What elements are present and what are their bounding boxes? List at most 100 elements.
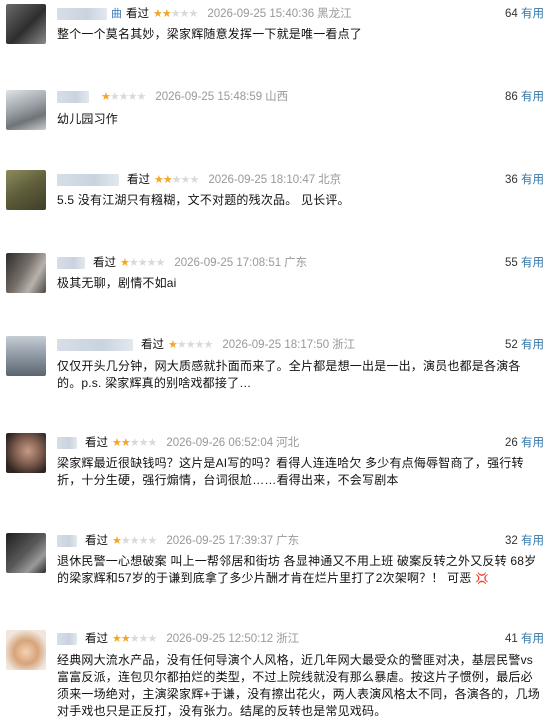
- review-text: 幼儿园习作: [57, 112, 119, 126]
- useful-vote-button[interactable]: 52 有用: [505, 336, 544, 354]
- avatar[interactable]: [6, 630, 46, 670]
- username[interactable]: [57, 174, 119, 186]
- rating-stars: ★★★★★: [112, 630, 158, 648]
- star-filled-icon: ★: [101, 91, 111, 103]
- vote-label: 有用: [521, 174, 544, 186]
- review-location: 浙江: [332, 339, 356, 351]
- review-time: 2026-09-25 15:40:36: [207, 8, 315, 20]
- vote-count: 64: [505, 8, 518, 20]
- star-filled-icon: ★: [161, 8, 172, 20]
- star-empty-icon: ★: [146, 257, 157, 269]
- vote-count: 36: [505, 174, 518, 186]
- watch-status: 看过: [93, 257, 116, 269]
- useful-vote-button[interactable]: 26 有用: [505, 434, 544, 452]
- star-empty-icon: ★: [189, 174, 200, 186]
- username[interactable]: [57, 91, 89, 103]
- star-empty-icon: ★: [138, 535, 149, 547]
- review-time: 2026-09-25 18:10:47: [208, 174, 316, 186]
- review-time: 2026-09-25 12:50:12: [166, 633, 274, 645]
- star-empty-icon: ★: [127, 91, 138, 103]
- star-empty-icon: ★: [138, 633, 149, 645]
- avatar[interactable]: [6, 533, 46, 573]
- star-empty-icon: ★: [129, 535, 140, 547]
- vote-label: 有用: [521, 633, 544, 645]
- star-empty-icon: ★: [179, 8, 190, 20]
- vote-count: 86: [505, 91, 518, 103]
- avatar[interactable]: [6, 90, 46, 130]
- star-empty-icon: ★: [180, 174, 191, 186]
- review-text-body: 退休民警一心想破案 叫上一帮邻居和街坊 各显神通又不用上班 破案反转之外又反转 …: [57, 554, 537, 585]
- useful-vote-button[interactable]: 64 有用: [505, 5, 544, 23]
- review-time: 2026-09-25 17:39:37: [166, 535, 274, 547]
- review-text: 极其无聊，剧情不如ai: [57, 276, 177, 290]
- watch-status: 看过: [85, 535, 108, 547]
- username[interactable]: [57, 257, 85, 269]
- review-location: 广东: [276, 535, 300, 547]
- avatar[interactable]: [6, 4, 46, 44]
- username[interactable]: [57, 339, 133, 351]
- vote-label: 有用: [521, 8, 544, 20]
- watch-status: 看过: [126, 8, 149, 20]
- review-meta: 看过 ★★★★★ 2026-09-25 18:17:50 浙江 52 有用: [57, 336, 544, 354]
- rating-stars: ★★★★★: [101, 88, 147, 106]
- star-empty-icon: ★: [137, 257, 148, 269]
- review-time: 2026-09-25 17:08:51: [174, 257, 282, 269]
- star-empty-icon: ★: [136, 91, 147, 103]
- watch-status: 看过: [85, 437, 108, 449]
- avatar[interactable]: [6, 433, 46, 473]
- rating-stars: ★★★★★: [112, 532, 157, 550]
- useful-vote-button[interactable]: 55 有用: [505, 254, 544, 272]
- username-tail[interactable]: 曲: [111, 8, 122, 20]
- star-filled-icon: ★: [112, 535, 122, 547]
- username[interactable]: [57, 535, 77, 547]
- star-filled-icon: ★: [162, 174, 173, 186]
- vote-count: 26: [505, 437, 518, 449]
- star-empty-icon: ★: [176, 339, 187, 351]
- review-text: 经典网大流水产品，没有任何导演个人风格，近几年网大最受众的警匪对决，基层民警vs…: [57, 653, 541, 718]
- username[interactable]: [57, 633, 77, 645]
- review-meta: ★★★★★ 2026-09-25 15:48:59 山西 86 有用: [57, 88, 544, 106]
- avatar[interactable]: [6, 253, 46, 293]
- vote-label: 有用: [521, 535, 544, 547]
- star-filled-icon: ★: [120, 633, 131, 645]
- anger-emoji-icon: 💢: [475, 573, 490, 585]
- review-meta: 看过 ★★★★★ 2026-09-26 06:52:04 河北 26 有用: [57, 434, 544, 452]
- username[interactable]: [57, 8, 107, 20]
- rating-stars: ★★★★★: [153, 5, 199, 23]
- useful-vote-button[interactable]: 86 有用: [505, 88, 544, 106]
- star-empty-icon: ★: [170, 8, 181, 20]
- review-meta: 看过 ★★★★★ 2026-09-25 17:39:37 广东 32 有用: [57, 532, 544, 550]
- useful-vote-button[interactable]: 36 有用: [505, 171, 544, 189]
- star-empty-icon: ★: [171, 174, 182, 186]
- review-text: 退休民警一心想破案 叫上一帮邻居和街坊 各显神通又不用上班 破案反转之外又反转 …: [57, 553, 542, 588]
- star-empty-icon: ★: [109, 91, 120, 103]
- star-empty-icon: ★: [194, 339, 205, 351]
- review-location: 广东: [284, 257, 308, 269]
- star-empty-icon: ★: [188, 8, 199, 20]
- star-empty-icon: ★: [155, 257, 166, 269]
- username[interactable]: [57, 437, 77, 449]
- vote-label: 有用: [521, 257, 544, 269]
- star-filled-icon: ★: [168, 339, 178, 351]
- star-filled-icon: ★: [154, 174, 164, 186]
- review-text: 仅仅开头几分钟，网大质感就扑面而来了。全片都是想一出是一出，演员也都是各演各的。…: [57, 359, 521, 390]
- review-item: 看过 ★★★★★ 2026-09-25 17:39:37 广东 32 有用 退休民警一…: [0, 530, 550, 630]
- star-filled-icon: ★: [153, 8, 163, 20]
- star-empty-icon: ★: [138, 437, 149, 449]
- review-time: 2026-09-25 18:17:50: [222, 339, 330, 351]
- vote-label: 有用: [521, 91, 544, 103]
- avatar[interactable]: [6, 336, 46, 376]
- avatar[interactable]: [6, 170, 46, 210]
- watch-status: 看过: [85, 633, 108, 645]
- review-item: 看过 ★★★★★ 2026-09-26 06:52:04 河北 26 有用 梁家辉最近…: [0, 433, 550, 533]
- useful-vote-button[interactable]: 32 有用: [505, 532, 544, 550]
- useful-vote-button[interactable]: 41 有用: [505, 630, 544, 648]
- review-meta: 看过 ★★★★★ 2026-09-25 17:08:51 广东 55 有用: [57, 254, 544, 272]
- star-empty-icon: ★: [203, 339, 214, 351]
- star-empty-icon: ★: [147, 633, 158, 645]
- vote-count: 41: [505, 633, 518, 645]
- review-location: 河北: [276, 437, 300, 449]
- review-item: 看过 ★★★★★ 2026-09-25 12:50:12 浙江 41 有用 经典网大流…: [0, 630, 550, 719]
- review-location: 北京: [318, 174, 342, 186]
- review-text: 5.5 没有江湖只有糨糊，文不对题的残次品。 见长评。: [57, 193, 350, 207]
